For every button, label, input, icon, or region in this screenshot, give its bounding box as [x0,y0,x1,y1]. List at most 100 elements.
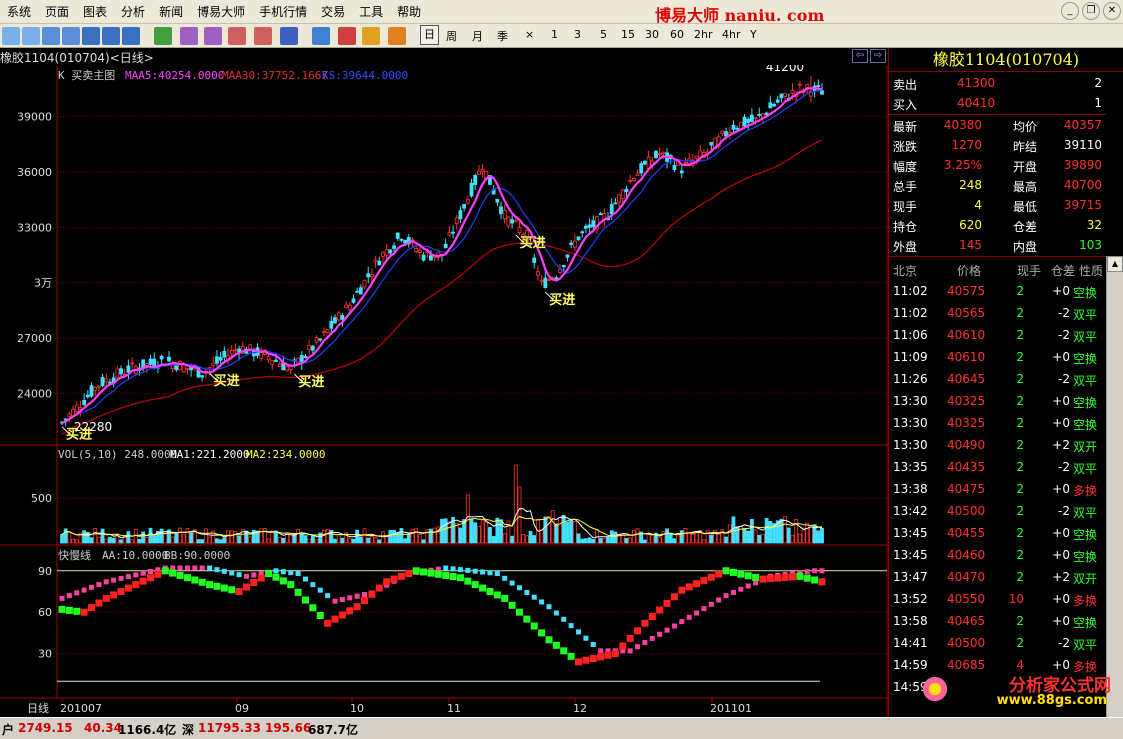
quote-label: 开盘 [1013,160,1038,174]
tools-icon[interactable] [362,27,380,45]
indicator-fast-dot [685,583,693,591]
period-button-7[interactable]: 5 [600,28,607,41]
indicator-fast-dot [456,574,464,582]
tick-row[interactable]: 11:02 40565 2 -2 双平 [889,302,1106,324]
menu-item-6[interactable]: 手机行情 [252,0,314,24]
volume-bar [606,537,610,544]
alarm-icon[interactable] [338,27,356,45]
tick-row[interactable]: 13:52 40550 10 +0 多换 [889,588,1106,610]
volume-bar [631,530,636,544]
window-icon[interactable] [102,27,120,45]
indicator-slow-dot [192,565,198,571]
period-button-0[interactable]: 日 [420,25,439,45]
tick-vol: 2 [1016,394,1024,408]
minimize-icon[interactable]: _ [1061,2,1079,20]
tick-row[interactable]: 13:30 40325 2 +0 空换 [889,390,1106,412]
tick-row[interactable]: 13:35 40435 2 -2 双平 [889,456,1106,478]
separator [889,256,1106,257]
volume-bar [547,516,551,544]
tick-row[interactable]: 13:42 40500 2 -2 双平 [889,500,1106,522]
tick-row[interactable]: 11:02 40575 2 +0 空换 [889,280,1106,302]
restore-icon[interactable]: ❐ [1082,2,1100,20]
kline-icon[interactable] [42,27,60,45]
indicator-fast-dot [95,599,103,607]
tick-row[interactable]: 13:30 40325 2 +0 空换 [889,412,1106,434]
draw-icon[interactable] [228,27,246,45]
export-icon[interactable] [254,27,272,45]
volume-bar [137,539,142,544]
zoom-in-icon[interactable] [180,27,198,45]
indicator-fast-dot [124,584,132,592]
quote-value: 1270 [951,138,982,152]
price-chart[interactable]: K 买卖主图 MAA5:40254.0000 MAA30:37752.1667 … [0,65,888,717]
volume-bar [406,533,411,544]
volume-bar [543,516,548,544]
tick-oi: -2 [1058,372,1070,386]
edit-icon[interactable] [312,27,330,45]
tick-row[interactable]: 13:58 40465 2 +0 空换 [889,610,1106,632]
indicator-fast-dot [744,572,752,580]
table-icon[interactable] [82,27,100,45]
tick-row[interactable]: 13:47 40470 2 +2 双开 [889,566,1106,588]
indicator-slow-dot [295,571,301,577]
tick-vol: 10 [1008,592,1024,606]
tick-type: 双平 [1073,374,1098,388]
candle-body [569,242,574,245]
menu-item-5[interactable]: 博易大师 [190,0,252,24]
tick-row[interactable]: 11:09 40610 2 +0 空换 [889,346,1106,368]
menu-item-7[interactable]: 交易 [314,0,352,24]
layout-icon[interactable] [280,27,298,45]
period-button-2[interactable]: 月 [472,28,483,44]
period-button-13[interactable]: Y [750,28,757,41]
scroll-up-icon[interactable]: ▲ [1107,256,1123,272]
period-button-8[interactable]: 15 [621,28,635,41]
prev-arrow-icon[interactable]: ⇦ [852,49,868,63]
indicator-slow-dot [546,604,552,610]
period-button-1[interactable]: 周 [446,28,457,44]
menu-item-4[interactable]: 新闻 [152,0,190,24]
fio-icon[interactable] [122,27,140,45]
tick-row[interactable]: 13:45 40455 2 +0 空换 [889,522,1106,544]
menu-item-3[interactable]: 分析 [114,0,152,24]
candle-body [362,279,367,288]
indicator-fast-dot [183,574,191,582]
indicator-fast-dot [552,641,560,649]
report-icon[interactable] [62,27,80,45]
flash-icon[interactable] [388,27,406,45]
tick-row[interactable]: 13:38 40475 2 +0 多换 [889,478,1106,500]
indicator-fast-dot [464,577,472,585]
candle-body [329,320,334,329]
back-icon[interactable] [2,27,20,45]
period-button-4[interactable]: × [525,28,534,41]
tick-scrollbar[interactable]: ▲ [1106,256,1123,717]
tick-row[interactable]: 13:30 40490 2 +2 双开 [889,434,1106,456]
volume-bar [307,538,312,544]
refresh-icon[interactable] [154,27,172,45]
menu-item-0[interactable]: 系统 [0,0,38,24]
zoom-out-icon[interactable] [204,27,222,45]
tick-row[interactable]: 14:41 40500 2 -2 双平 [889,632,1106,654]
period-button-12[interactable]: 4hr [722,28,741,41]
menu-item-8[interactable]: 工具 [352,0,390,24]
candle-body [609,204,614,215]
line-chart-icon[interactable] [22,27,40,45]
menu-item-2[interactable]: 图表 [76,0,114,24]
period-button-10[interactable]: 60 [670,28,684,41]
volume-bar [362,528,367,544]
tick-price: 40645 [947,372,986,386]
menu-item-9[interactable]: 帮助 [390,0,428,24]
period-button-3[interactable]: 季 [497,28,508,44]
tick-row[interactable]: 13:45 40460 2 +0 空换 [889,544,1106,566]
period-button-9[interactable]: 30 [645,28,659,41]
period-button-5[interactable]: 1 [551,28,558,41]
menu-item-1[interactable]: 页面 [38,0,76,24]
next-arrow-icon[interactable]: ⇨ [870,49,886,63]
tick-row[interactable]: 11:26 40645 2 -2 双平 [889,368,1106,390]
volume-bar [790,534,795,544]
period-button-11[interactable]: 2hr [694,28,713,41]
volume-bar [71,538,75,544]
period-button-6[interactable]: 3 [574,28,581,41]
close-icon[interactable]: ✕ [1103,2,1121,20]
tick-row[interactable]: 11:06 40610 2 -2 双平 [889,324,1106,346]
x-axis-label: 10 [350,702,364,715]
